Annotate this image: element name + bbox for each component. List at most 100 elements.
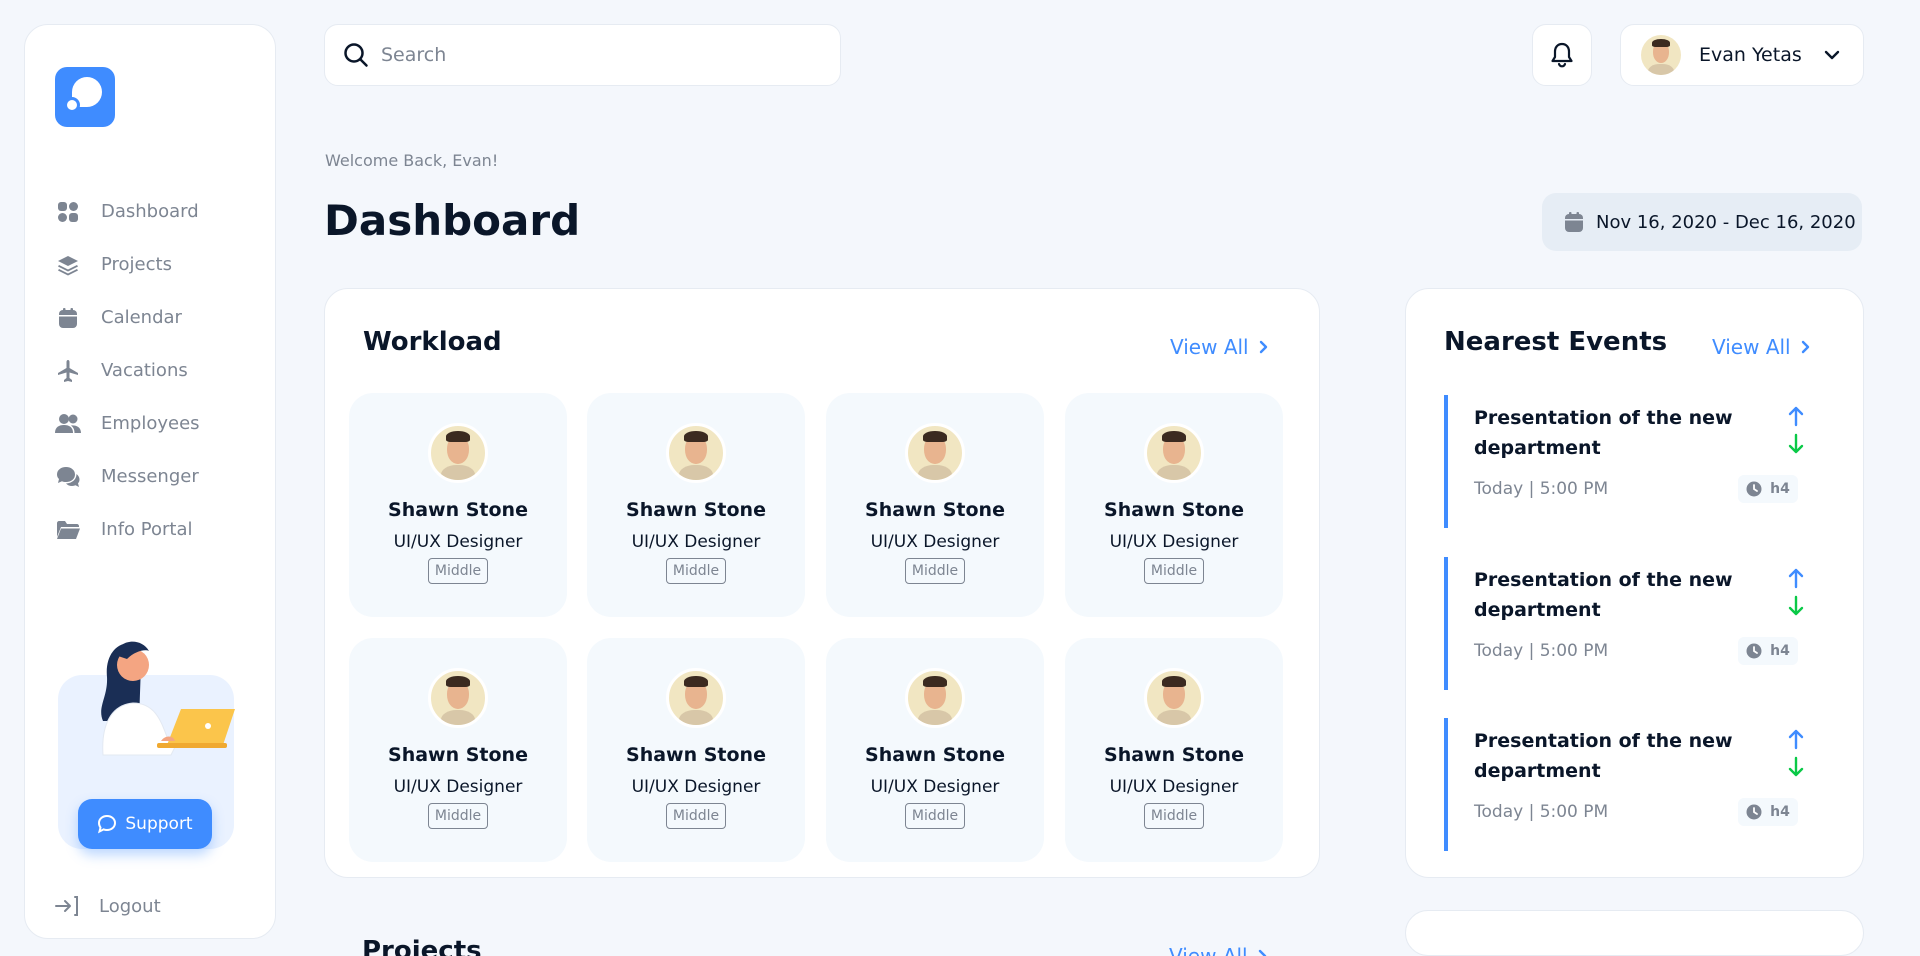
event-title: Presentation of the new department (1474, 569, 1733, 621)
employee-role: UI/UX Designer (870, 777, 1000, 797)
support-button[interactable]: Support (78, 799, 212, 849)
avatar (1144, 423, 1204, 483)
sidebar: Dashboard Projects Calendar Vacations Em… (24, 24, 276, 939)
level-badge: Middle (1144, 803, 1204, 829)
chevron-right-icon (1259, 340, 1267, 354)
avatar (1144, 668, 1204, 728)
event-title: Presentation of the new department (1474, 407, 1733, 459)
chat-bubble-icon (98, 814, 117, 834)
users-icon (55, 411, 81, 437)
avatar (428, 668, 488, 728)
sidebar-item-vacations[interactable]: Vacations (55, 344, 255, 397)
event-item[interactable]: Presentation of the new department Today… (1444, 395, 1814, 528)
employee-name: Shawn Stone (865, 499, 1005, 521)
event-title: Presentation of the new department (1474, 730, 1733, 782)
clock-icon (1746, 643, 1762, 659)
duration-label: h4 (1770, 481, 1790, 497)
search-bar[interactable] (324, 24, 841, 86)
arrow-up-icon (1788, 406, 1804, 427)
level-badge: Middle (1144, 558, 1204, 584)
workload-view-all-link[interactable]: View All (1170, 335, 1268, 359)
arrow-up-icon (1788, 568, 1804, 589)
sidebar-item-info-portal[interactable]: Info Portal (55, 503, 255, 556)
arrow-down-icon (1788, 433, 1804, 454)
support-button-label: Support (125, 814, 193, 834)
level-badge: Middle (666, 803, 726, 829)
duration-badge: h4 (1738, 798, 1798, 826)
sidebar-item-projects[interactable]: Projects (55, 238, 255, 291)
calendar-icon (1565, 212, 1583, 232)
arrow-down-icon (1788, 756, 1804, 777)
events-title: Nearest Events (1444, 327, 1668, 357)
logo[interactable] (55, 67, 115, 127)
avatar (428, 423, 488, 483)
avatar (905, 668, 965, 728)
employee-role: UI/UX Designer (870, 532, 1000, 552)
duration-label: h4 (1770, 643, 1790, 659)
sidebar-item-label: Dashboard (101, 201, 199, 222)
priority-arrows (1788, 728, 1804, 778)
employee-card[interactable]: Shawn Stone UI/UX Designer Middle (826, 638, 1044, 862)
chevron-down-icon (1824, 50, 1839, 60)
chevron-right-icon (1258, 949, 1266, 956)
layers-icon (55, 252, 81, 278)
duration-badge: h4 (1738, 475, 1798, 503)
event-time: Today | 5:00 PM (1474, 641, 1609, 661)
projects-section: Projects View All (324, 900, 1320, 956)
employee-card[interactable]: Shawn Stone UI/UX Designer Middle (587, 393, 805, 617)
projects-view-all-link[interactable]: View All (1169, 944, 1267, 956)
sidebar-item-messenger[interactable]: Messenger (55, 450, 255, 503)
arrow-up-icon (1788, 729, 1804, 750)
employee-name: Shawn Stone (626, 744, 766, 766)
event-item[interactable]: Presentation of the new department Today… (1444, 718, 1814, 851)
date-range-label: Nov 16, 2020 - Dec 16, 2020 (1596, 211, 1856, 233)
user-menu[interactable]: Evan Yetas (1620, 24, 1864, 86)
level-badge: Middle (905, 558, 965, 584)
avatar (666, 423, 726, 483)
event-item[interactable]: Presentation of the new department Today… (1444, 557, 1814, 690)
employee-card[interactable]: Shawn Stone UI/UX Designer Middle (349, 393, 567, 617)
avatar (1641, 35, 1681, 75)
page-title: Dashboard (324, 196, 581, 245)
employee-role: UI/UX Designer (1109, 532, 1239, 552)
events-view-all-link[interactable]: View All (1712, 335, 1810, 359)
sidebar-nav: Dashboard Projects Calendar Vacations Em… (55, 185, 255, 556)
chevron-right-icon (1801, 340, 1809, 354)
workload-title: Workload (363, 327, 502, 357)
sidebar-item-calendar[interactable]: Calendar (55, 291, 255, 344)
employee-role: UI/UX Designer (631, 777, 761, 797)
logout-label: Logout (99, 895, 161, 917)
employee-card[interactable]: Shawn Stone UI/UX Designer Middle (349, 638, 567, 862)
plane-icon (55, 358, 81, 384)
employee-card[interactable]: Shawn Stone UI/UX Designer Middle (1065, 393, 1283, 617)
employee-card[interactable]: Shawn Stone UI/UX Designer Middle (826, 393, 1044, 617)
employee-card[interactable]: Shawn Stone UI/UX Designer Middle (1065, 638, 1283, 862)
logout-button[interactable]: Logout (55, 895, 161, 917)
level-badge: Middle (666, 558, 726, 584)
employee-name: Shawn Stone (865, 744, 1005, 766)
search-input[interactable] (381, 44, 801, 66)
projects-title: Projects (362, 936, 482, 956)
sidebar-item-label: Projects (101, 254, 172, 275)
search-icon (344, 43, 368, 67)
employee-name: Shawn Stone (1104, 744, 1244, 766)
clock-icon (1746, 481, 1762, 497)
employee-name: Shawn Stone (1104, 499, 1244, 521)
event-time: Today | 5:00 PM (1474, 479, 1609, 499)
employee-card[interactable]: Shawn Stone UI/UX Designer Middle (587, 638, 805, 862)
level-badge: Middle (428, 803, 488, 829)
date-range-picker[interactable]: Nov 16, 2020 - Dec 16, 2020 (1542, 193, 1862, 251)
view-all-label: View All (1170, 335, 1249, 359)
welcome-text: Welcome Back, Evan! (325, 151, 499, 170)
priority-arrows (1788, 405, 1804, 455)
notifications-button[interactable] (1532, 24, 1592, 86)
sidebar-item-employees[interactable]: Employees (55, 397, 255, 450)
sidebar-item-dashboard[interactable]: Dashboard (55, 185, 255, 238)
workload-card: Workload View All Shawn Stone UI/UX Desi… (324, 288, 1320, 878)
priority-arrows (1788, 567, 1804, 617)
view-all-label: View All (1712, 335, 1791, 359)
level-badge: Middle (428, 558, 488, 584)
sidebar-item-label: Vacations (101, 360, 188, 381)
bell-icon (1551, 42, 1573, 68)
event-time: Today | 5:00 PM (1474, 802, 1609, 822)
